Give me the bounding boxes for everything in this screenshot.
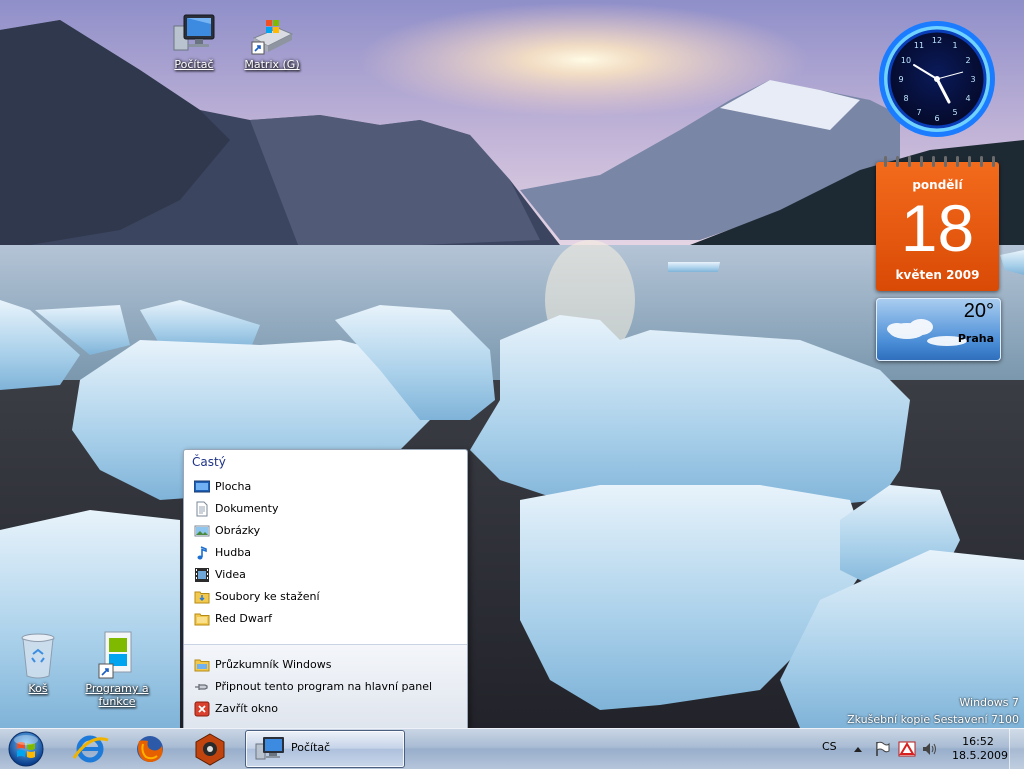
jump-list-item-label: Obrázky <box>215 524 261 537</box>
svg-text:8: 8 <box>903 94 908 103</box>
jump-list-item-videos[interactable]: Videa <box>192 564 460 586</box>
close-icon <box>194 701 210 717</box>
calendar-month-year: květen 2009 <box>895 268 980 282</box>
jump-list-item-label: Dokumenty <box>215 502 279 515</box>
taskbar-button-label: Počítač <box>291 741 331 754</box>
document-icon <box>196 501 208 517</box>
weather-city: Praha <box>957 332 994 345</box>
jump-list-heading: Častý <box>192 455 226 469</box>
jump-list-item-label: Videa <box>215 568 246 581</box>
desktop-icon-label: Programy a funkce <box>85 682 149 708</box>
taskbar-button-computer[interactable]: Počítač <box>245 730 405 768</box>
computer-icon <box>173 14 215 51</box>
desktop-icon-programs-features[interactable]: Programy a funkce <box>77 630 157 708</box>
clock-time: 16:52 <box>962 735 994 748</box>
action-center-flag-icon[interactable] <box>874 741 890 757</box>
system-clock[interactable]: 16:52 18.5.2009 <box>952 735 1008 763</box>
jump-list-task-pin[interactable]: Připnout tento program na hlavní panel <box>192 676 460 698</box>
pin-icon <box>195 684 208 690</box>
video-icon <box>195 568 209 582</box>
volume-icon[interactable] <box>922 741 938 757</box>
desktop-icon-label: Počítač <box>174 58 214 71</box>
desktop-icon-label: Koš <box>28 682 48 695</box>
antivirus-icon[interactable] <box>898 741 916 757</box>
jump-list-item-desktop[interactable]: Plocha <box>192 476 460 498</box>
desktop-icon-computer[interactable]: Počítač <box>154 12 234 71</box>
svg-text:12: 12 <box>932 36 942 45</box>
jump-list-item-label: Soubory ke stažení <box>215 590 320 603</box>
recycle-bin-icon <box>21 633 55 679</box>
jump-list-task-explorer[interactable]: Průzkumník Windows <box>192 654 460 676</box>
explorer-icon <box>194 659 210 672</box>
desktop-icon <box>194 480 210 493</box>
jump-list: Častý Plocha Dokumenty Obrázky Hudba Vid… <box>183 449 468 729</box>
jump-list-item-label: Red Dwarf <box>215 612 272 625</box>
desktop-icon-label: Matrix (G) <box>244 58 300 71</box>
jump-list-item-label: Plocha <box>215 480 252 493</box>
svg-text:7: 7 <box>916 108 921 117</box>
jump-list-item-pictures[interactable]: Obrázky <box>192 520 460 542</box>
start-button[interactable] <box>3 730 49 769</box>
jump-list-item-label: Hudba <box>215 546 251 559</box>
taskbar: Počítač CS 16:52 18.5.2009 <box>0 728 1024 769</box>
calendar-day-number: 18 <box>900 191 975 265</box>
jump-list-item-label: Připnout tento program na hlavní panel <box>215 680 433 693</box>
clock-date: 18.5.2009 <box>952 749 1008 762</box>
programs-features-icon <box>98 631 132 679</box>
clock-gadget[interactable]: 12 3 6 9 12 45 78 1011 <box>876 18 998 140</box>
watermark-build: Zkušební kopie Sestavení 7100 <box>847 713 1019 726</box>
jump-list-task-close[interactable]: Zavřít okno <box>192 698 460 720</box>
jump-list-item-label: Zavřít okno <box>215 702 278 715</box>
jump-list-item-red-dwarf[interactable]: Red Dwarf <box>192 608 460 630</box>
show-hidden-icons-icon[interactable] <box>853 745 863 753</box>
reason-icon[interactable] <box>184 730 236 768</box>
svg-text:11: 11 <box>914 41 924 50</box>
svg-text:9: 9 <box>898 75 903 84</box>
weather-temperature: 20° <box>963 300 994 322</box>
weather-gadget[interactable]: 20° Praha <box>876 298 1001 361</box>
watermark-os: Windows 7 <box>959 696 1019 709</box>
jump-list-tasks: Průzkumník Windows Připnout tento progra… <box>184 644 467 729</box>
drive-shortcut-icon <box>251 20 294 55</box>
pictures-icon <box>194 525 210 537</box>
jump-list-item-documents[interactable]: Dokumenty <box>192 498 460 520</box>
folder-icon <box>194 613 210 626</box>
svg-text:1: 1 <box>952 41 957 50</box>
desktop-icon-recycle-bin[interactable]: Koš <box>0 630 78 695</box>
svg-text:10: 10 <box>901 56 911 65</box>
desktop-icon-matrix-drive[interactable]: Matrix (G) <box>232 14 312 71</box>
computer-icon <box>255 737 284 760</box>
show-desktop-button[interactable] <box>1009 729 1024 769</box>
svg-text:5: 5 <box>952 108 957 117</box>
svg-text:2: 2 <box>965 56 970 65</box>
calendar-gadget[interactable]: pondělí 18 květen 2009 <box>876 156 999 291</box>
music-icon <box>197 546 207 560</box>
jump-list-item-music[interactable]: Hudba <box>192 542 460 564</box>
folder-icon <box>194 591 210 604</box>
firefox-icon[interactable] <box>124 730 176 768</box>
jump-list-item-downloads[interactable]: Soubory ke stažení <box>192 586 460 608</box>
svg-text:6: 6 <box>934 114 939 123</box>
calendar-rings <box>884 156 995 167</box>
notification-area: CS 16:52 18.5.2009 <box>816 729 1024 769</box>
language-indicator[interactable]: CS <box>822 740 837 753</box>
svg-text:4: 4 <box>965 94 970 103</box>
build-watermark: Windows 7 Zkušební kopie Sestavení 7100 <box>847 694 1019 728</box>
jump-list-item-label: Průzkumník Windows <box>215 658 332 671</box>
internet-explorer-icon[interactable] <box>64 730 116 768</box>
svg-text:3: 3 <box>970 75 975 84</box>
